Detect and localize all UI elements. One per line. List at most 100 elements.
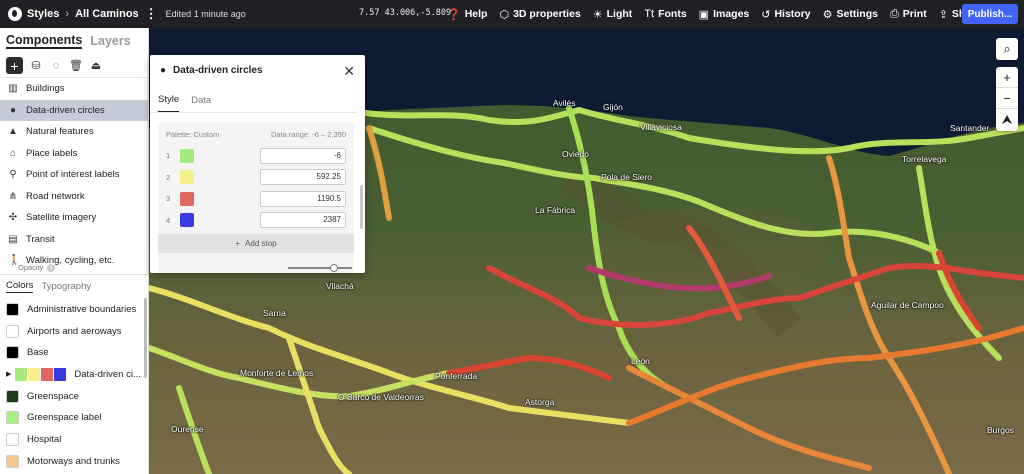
plus-icon: + bbox=[1003, 69, 1011, 85]
ramp-stop-1 bbox=[15, 367, 28, 381]
zoom-in-button[interactable]: + bbox=[996, 67, 1018, 88]
layer-item-data-driven-circles[interactable]: ● Data-driven circles bbox=[0, 99, 148, 121]
color-swatch[interactable] bbox=[6, 389, 19, 403]
stop-color-swatch[interactable] bbox=[180, 148, 194, 163]
color-swatch[interactable] bbox=[6, 302, 19, 316]
color-swatch[interactable] bbox=[6, 432, 19, 446]
ramp-stop-3 bbox=[41, 367, 54, 381]
layer-item-transit[interactable]: ▤ Transit bbox=[0, 229, 148, 251]
place-label-ponferrada: Ponferrada bbox=[435, 371, 478, 381]
place-label-astorga: Astorga bbox=[525, 397, 555, 407]
layer-item-buildings[interactable]: ▥ Buildings bbox=[0, 78, 148, 100]
add-stop-button[interactable]: + Add stop bbox=[158, 234, 354, 253]
layer-properties-panel: ● Data-driven circles ✕ Style Data Palet… bbox=[150, 55, 365, 273]
toolbar-menu: ❓ Help ⬡ 3D properties ☀ Light Tt Fonts ▣ Ima… bbox=[447, 0, 990, 28]
eject-icon[interactable]: ⏏ bbox=[89, 59, 103, 72]
place-label-gijon: Gijón bbox=[603, 102, 623, 112]
cube-icon: ⬡ bbox=[499, 8, 510, 21]
color-swatch[interactable] bbox=[6, 346, 19, 360]
zoom-controls: + − ⮝ bbox=[996, 67, 1018, 131]
layer-item-place-labels[interactable]: ⌂ Place labels bbox=[0, 143, 148, 165]
compass-icon: ⮝ bbox=[1001, 111, 1013, 127]
panel-header: ● Data-driven circles bbox=[150, 55, 365, 85]
color-item-hospital[interactable]: Hospital bbox=[0, 429, 148, 451]
panel-scrollbar[interactable] bbox=[360, 185, 363, 229]
expand-caret-icon[interactable]: ▶ bbox=[6, 370, 11, 378]
ramp-stop-4 bbox=[54, 367, 67, 381]
layer-item-natural-features[interactable]: ▲ Natural features bbox=[0, 121, 148, 143]
color-swatch[interactable] bbox=[6, 411, 19, 425]
images-button[interactable]: ▣ Images bbox=[699, 8, 750, 21]
fonts-button[interactable]: Tt Fonts bbox=[644, 8, 686, 20]
color-stop-row: 3 1190.5 bbox=[158, 188, 354, 210]
tab-components[interactable]: Components bbox=[6, 33, 83, 49]
tab-style[interactable]: Style bbox=[158, 94, 180, 112]
layer-item-road-network[interactable]: ⋔ Road network bbox=[0, 186, 148, 208]
chevron-right-icon: › bbox=[65, 8, 70, 20]
tab-layers[interactable]: Layers bbox=[90, 34, 130, 48]
hide-icon[interactable]: ◌ bbox=[49, 60, 63, 72]
help-button[interactable]: ❓ Help bbox=[447, 8, 487, 21]
print-icon: ⎙ bbox=[889, 7, 899, 20]
stop-color-swatch[interactable] bbox=[180, 170, 194, 185]
layer-item-satellite-imagery[interactable]: ✣ Satellite imagery bbox=[0, 207, 148, 229]
mapbox-logo-icon[interactable] bbox=[8, 7, 22, 21]
opacity-label: Opacity bbox=[18, 263, 44, 272]
color-item-motorways[interactable]: Motorways and trunks bbox=[0, 450, 148, 472]
more-options-icon[interactable]: ⋮ bbox=[145, 6, 158, 22]
stop-value-input[interactable]: 592.25 bbox=[260, 169, 346, 186]
3d-properties-button[interactable]: ⬡ 3D properties bbox=[499, 8, 580, 21]
map-search-button[interactable]: ⌕ bbox=[996, 38, 1018, 60]
layer-item-poi-labels[interactable]: ⚲ Point of interest labels bbox=[0, 164, 148, 186]
stop-color-swatch[interactable] bbox=[180, 191, 194, 206]
panel-title: Data-driven circles bbox=[173, 64, 263, 76]
color-item-airports[interactable]: Airports and aeroways bbox=[0, 320, 148, 342]
sidebar-scrollbar[interactable] bbox=[144, 298, 147, 378]
stop-value-input[interactable]: 2387 bbox=[260, 212, 346, 229]
history-button[interactable]: ↺ History bbox=[761, 8, 810, 21]
color-item-administrative-boundaries[interactable]: Administrative boundaries bbox=[0, 299, 148, 321]
styles-breadcrumb[interactable]: Styles bbox=[27, 8, 59, 20]
color-item-data-driven-circles[interactable]: ▶ Data-driven ci... bbox=[0, 364, 148, 386]
tab-colors[interactable]: Colors bbox=[6, 280, 34, 293]
color-item-base[interactable]: Base bbox=[0, 342, 148, 364]
trash-icon[interactable]: 🗑 bbox=[69, 59, 83, 72]
place-label-icon: ⌂ bbox=[9, 147, 17, 159]
color-ramp-swatch[interactable] bbox=[15, 367, 67, 381]
style-sub-tabs: Colors Typography bbox=[0, 275, 148, 299]
info-icon[interactable]: i bbox=[47, 263, 56, 272]
mountain-icon: ▲ bbox=[8, 126, 18, 138]
place-label-sarria: Sarria bbox=[263, 308, 286, 318]
stop-value-input[interactable]: -6 bbox=[260, 147, 346, 164]
add-component-button[interactable]: + bbox=[6, 57, 23, 74]
close-icon[interactable]: ✕ bbox=[343, 63, 355, 80]
color-swatch[interactable] bbox=[6, 454, 19, 468]
publish-button[interactable]: Publish... bbox=[962, 4, 1018, 24]
place-label-la-fabrica: La Fábrica bbox=[535, 205, 576, 215]
opacity-slider-track[interactable] bbox=[288, 267, 352, 269]
stop-color-swatch[interactable] bbox=[180, 213, 194, 228]
zoom-out-button[interactable]: − bbox=[996, 88, 1018, 109]
filter-icon[interactable]: ⛁ bbox=[29, 59, 43, 72]
tab-data[interactable]: Data bbox=[191, 95, 211, 112]
palette-label[interactable]: Palette: Custom bbox=[166, 130, 219, 139]
sidebar: Components Layers + ⛁ ◌ 🗑 ⏏ ▥ Buildings ●… bbox=[0, 28, 149, 474]
place-label-aviles: Avilés bbox=[553, 98, 576, 108]
color-item-greenspace[interactable]: Greenspace bbox=[0, 385, 148, 407]
circles-icon: ● bbox=[160, 64, 167, 76]
project-name[interactable]: All Caminos bbox=[75, 8, 139, 20]
stop-value-input[interactable]: 1190.5 bbox=[260, 190, 346, 207]
place-label-santander: Santander bbox=[950, 123, 990, 133]
place-label-ourense: Ourense bbox=[171, 424, 204, 434]
compass-button[interactable]: ⮝ bbox=[996, 109, 1018, 130]
stop-index: 1 bbox=[166, 151, 171, 161]
color-swatch[interactable] bbox=[6, 324, 19, 338]
color-item-greenspace-label[interactable]: Greenspace label bbox=[0, 407, 148, 429]
color-stop-row: 1 -6 bbox=[158, 145, 354, 167]
print-button[interactable]: ⎙ Print bbox=[890, 8, 927, 21]
stop-index: 2 bbox=[166, 172, 171, 182]
tab-typography[interactable]: Typography bbox=[41, 281, 91, 292]
top-bar: Styles › All Caminos ⋮ Edited 1 minute a… bbox=[0, 0, 1024, 28]
settings-button[interactable]: ⚙ Settings bbox=[823, 8, 878, 21]
light-button[interactable]: ☀ Light bbox=[593, 8, 633, 21]
